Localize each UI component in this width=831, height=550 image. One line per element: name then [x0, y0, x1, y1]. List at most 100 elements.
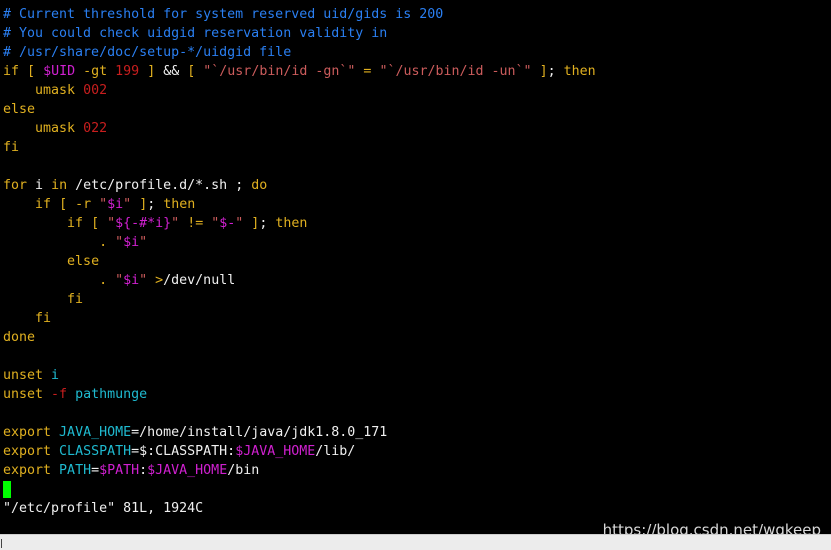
code-token: "	[139, 235, 148, 250]
code-token: PATH	[51, 463, 92, 478]
code-token: "`/usr/bin/id -gn`"	[203, 64, 356, 79]
code-line: fi	[3, 138, 829, 157]
code-token: if	[67, 216, 84, 231]
code-token: $UID	[43, 64, 76, 79]
code-token: :	[139, 463, 148, 478]
code-line: umask 022	[3, 119, 829, 138]
code-token: /lib/	[315, 444, 356, 459]
code-token: then	[275, 216, 308, 231]
code-token: $PATH	[99, 463, 140, 478]
code-token: unset	[3, 387, 44, 402]
code-token: export	[3, 444, 52, 459]
code-token: !=	[187, 216, 204, 231]
code-token: $JAVA_HOME	[147, 463, 228, 478]
code-line: else	[3, 100, 829, 119]
code-token: then	[163, 197, 196, 212]
code-token: =	[91, 463, 100, 478]
code-token: else	[67, 254, 100, 269]
code-token: i	[43, 368, 60, 383]
code-token: umask	[3, 83, 84, 98]
code-token: else	[3, 102, 36, 117]
code-token: for	[3, 178, 28, 193]
code-line: # /usr/share/doc/setup-*/uidgid file	[3, 43, 829, 62]
code-token: &&	[155, 64, 188, 79]
code-token: done	[3, 330, 36, 345]
code-token: i	[27, 178, 52, 193]
code-token: fi	[67, 292, 84, 307]
code-line: if [ -r "$i" ]; then	[3, 195, 829, 214]
code-token: # You could check uidgid reservation val…	[3, 26, 388, 41]
code-token: /bin	[227, 463, 260, 478]
code-token: export	[3, 463, 52, 478]
cursor-line	[3, 480, 829, 499]
scrollbar-marker	[1, 539, 2, 548]
code-token: $:CLASSPATH:	[139, 444, 236, 459]
vim-status-line: "/etc/profile" 81L, 1924C	[3, 501, 204, 516]
code-token: -f	[51, 387, 68, 402]
code-line: fi	[3, 290, 829, 309]
code-token: =	[131, 425, 140, 440]
code-token: -gt	[83, 64, 108, 79]
vim-editor-buffer[interactable]: # Current threshold for system reserved …	[3, 5, 829, 499]
code-token: do	[251, 178, 268, 193]
code-token: "	[171, 216, 180, 231]
code-token: "	[107, 216, 116, 231]
code-line: if [ $UID -gt 199 ] && [ "`/usr/bin/id -…	[3, 62, 829, 81]
code-line: else	[3, 252, 829, 271]
text-cursor	[3, 481, 11, 498]
code-token: fi	[3, 140, 20, 155]
code-token: >	[155, 273, 164, 288]
code-token: ${-#*i}	[115, 216, 172, 231]
code-line: fi	[3, 309, 829, 328]
code-token: /home/install/java/jdk1.8.0_171	[139, 425, 388, 440]
code-token: 002	[83, 83, 108, 98]
code-token: "	[123, 197, 132, 212]
code-token: [	[59, 197, 68, 212]
code-token: # Current threshold for system reserved …	[3, 7, 444, 22]
code-token: /dev/null	[163, 273, 236, 288]
horizontal-scrollbar[interactable]	[0, 534, 831, 550]
code-token: fi	[35, 311, 52, 326]
code-line: unset -f pathmunge	[3, 385, 829, 404]
code-line: for i in /etc/profile.d/*.sh ; do	[3, 176, 829, 195]
code-line: unset i	[3, 366, 829, 385]
code-token: # /usr/share/doc/setup-*/uidgid file	[3, 45, 292, 60]
code-line: umask 002	[3, 81, 829, 100]
code-line: export JAVA_HOME=/home/install/java/jdk1…	[3, 423, 829, 442]
code-token: $i	[123, 273, 140, 288]
code-token: $i	[123, 235, 140, 250]
code-token: then	[563, 64, 596, 79]
code-token: $JAVA_HOME	[235, 444, 316, 459]
code-token: [	[27, 64, 36, 79]
code-token: =	[131, 444, 140, 459]
code-token: $-	[219, 216, 236, 231]
code-line: if [ "${-#*i}" != "$-" ]; then	[3, 214, 829, 233]
code-token: "	[99, 197, 108, 212]
code-token: ;	[259, 216, 276, 231]
code-token: ]	[139, 197, 148, 212]
code-token: ;	[547, 64, 564, 79]
code-token: export	[3, 425, 52, 440]
code-token: 199	[115, 64, 140, 79]
code-line: . "$i" >/dev/null	[3, 271, 829, 290]
code-token: umask	[3, 121, 84, 136]
code-token: "	[115, 273, 124, 288]
